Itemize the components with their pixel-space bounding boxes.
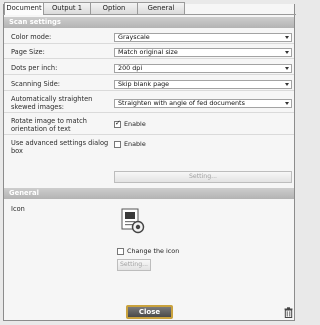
rotate-checkbox[interactable]: ✓ xyxy=(114,119,121,128)
chevron-down-icon xyxy=(285,67,289,70)
straighten-select[interactable]: Straighten with angle of fed documents xyxy=(114,99,292,108)
tab-general[interactable]: General xyxy=(137,2,185,14)
chevron-down-icon xyxy=(285,83,289,86)
rotate-enable-label: Enable xyxy=(124,120,146,128)
color-mode-row: Color mode: Grayscale xyxy=(4,30,294,44)
dpi-label: Dots per inch: xyxy=(11,64,58,72)
color-mode-label: Color mode: xyxy=(11,33,52,41)
change-icon-label: Change the icon xyxy=(127,247,180,255)
close-button[interactable]: Close xyxy=(126,305,173,319)
chevron-down-icon xyxy=(285,51,289,54)
chevron-down-icon xyxy=(285,36,289,39)
scanning-side-select[interactable]: Skip blank page xyxy=(114,80,292,89)
tab-document[interactable]: Document xyxy=(4,2,44,15)
page-size-label: Page Size: xyxy=(11,48,45,56)
color-mode-value: Grayscale xyxy=(118,33,150,41)
rotate-row: Rotate image to match orientation of tex… xyxy=(4,115,294,135)
rotate-label: Rotate image to match orientation of tex… xyxy=(11,117,87,133)
tab-option[interactable]: Option xyxy=(90,2,138,14)
straighten-label: Automatically straighten skewed images: xyxy=(11,95,93,111)
straighten-value: Straighten with angle of fed documents xyxy=(118,99,245,107)
page-size-select[interactable]: Match original size xyxy=(114,48,292,57)
dpi-row: Dots per inch: 200 dpi xyxy=(4,61,294,75)
icon-label: Icon xyxy=(11,205,25,213)
tab-output-1[interactable]: Output 1 xyxy=(43,2,91,14)
scanner-document-icon xyxy=(121,208,145,234)
tab-divider xyxy=(3,14,296,15)
tab-bar: Document Output 1 Option General xyxy=(4,2,185,15)
scanning-side-row: Scanning Side: Skip blank page xyxy=(4,77,294,91)
icon-setting-button[interactable]: Setting... xyxy=(117,259,151,271)
advanced-setting-button[interactable]: Setting... xyxy=(114,171,292,183)
advanced-row: Use advanced settings dialog box Enable … xyxy=(4,137,294,187)
scanning-side-value: Skip blank page xyxy=(118,80,170,88)
trash-icon[interactable] xyxy=(284,307,293,318)
advanced-checkbox[interactable] xyxy=(114,141,121,148)
advanced-enable-label: Enable xyxy=(124,140,146,148)
color-mode-select[interactable]: Grayscale xyxy=(114,33,292,42)
general-header: General xyxy=(4,188,294,199)
dpi-select[interactable]: 200 dpi xyxy=(114,64,292,73)
straighten-row: Automatically straighten skewed images: … xyxy=(4,93,294,113)
scanning-side-label: Scanning Side: xyxy=(11,80,60,88)
change-icon-checkbox[interactable] xyxy=(117,248,124,255)
advanced-label: Use advanced settings dialog box xyxy=(11,139,109,155)
dpi-value: 200 dpi xyxy=(118,64,143,72)
page-size-value: Match original size xyxy=(118,48,178,56)
chevron-down-icon xyxy=(285,102,289,105)
scan-settings-header: Scan settings xyxy=(4,17,294,28)
page-size-row: Page Size: Match original size xyxy=(4,45,294,59)
checkmark-icon: ✓ xyxy=(115,119,121,127)
